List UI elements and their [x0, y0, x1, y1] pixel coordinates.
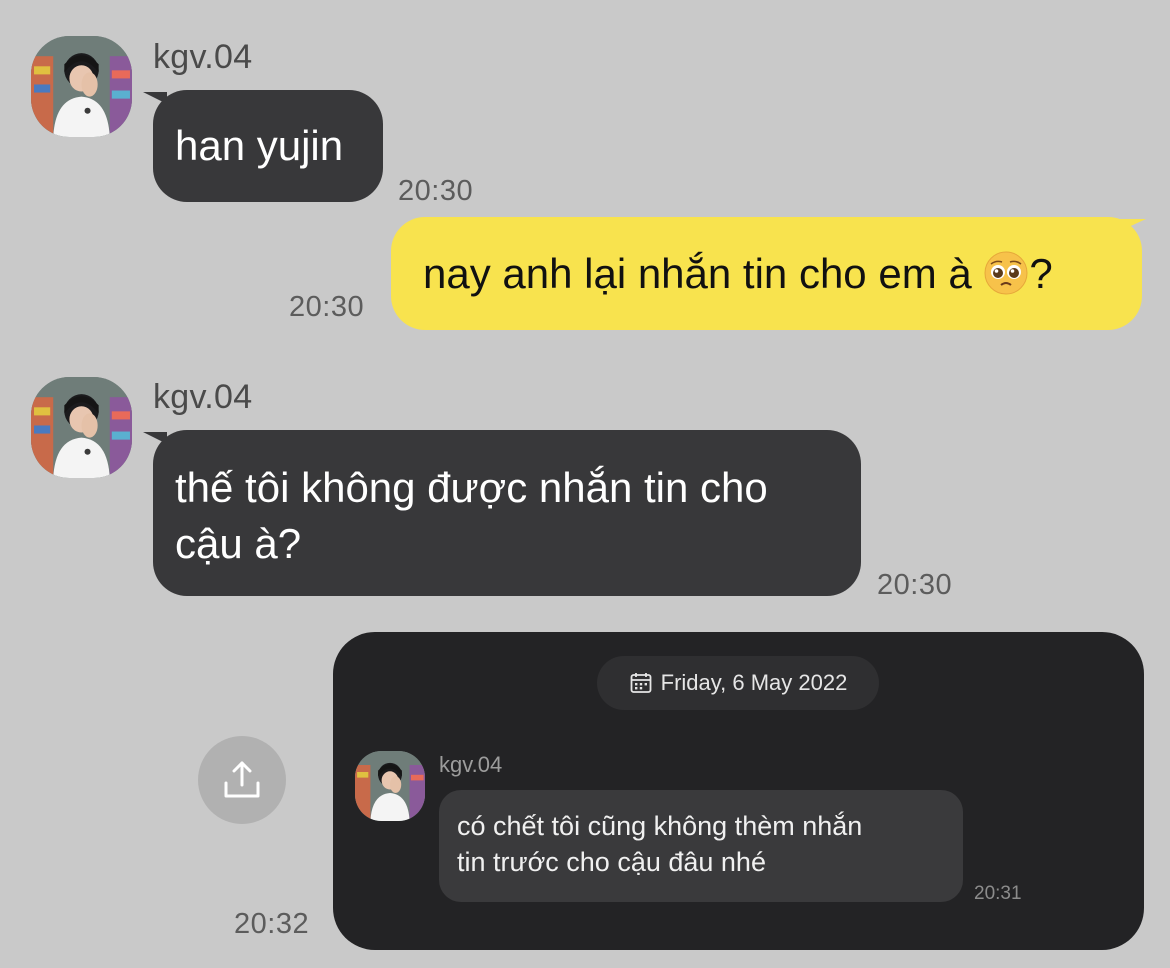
share-button[interactable] — [198, 736, 286, 824]
share-icon — [224, 761, 260, 798]
message-suffix: ? — [1029, 250, 1053, 297]
sender-name: kgv.04 — [153, 378, 253, 416]
avatar[interactable] — [31, 377, 132, 478]
avatar-image — [31, 36, 132, 137]
timestamp: 20:31 — [974, 883, 1022, 904]
sender-name: kgv.04 — [439, 752, 503, 777]
avatar — [355, 751, 425, 821]
message-text: han yujin — [175, 122, 344, 169]
message-bubble[interactable]: thế tôi không được nhắn tin cho cậu à? — [153, 430, 861, 596]
message-bubble[interactable]: han yujin — [153, 90, 383, 202]
message-text-line: thế tôi không được nhắn tin cho — [175, 464, 768, 511]
avatar-image — [355, 751, 425, 821]
message-bubble[interactable]: nay anh lại nhắn tin cho em à ? — [391, 217, 1142, 330]
timestamp: 20:32 — [234, 908, 310, 940]
message-text: nay anh lại nhắn tin cho em à — [423, 250, 972, 297]
calendar-icon — [630, 673, 652, 693]
date-label: Friday, 6 May 2022 — [660, 670, 848, 695]
forwarded-screenshot[interactable]: Friday, 6 May 2022 kgv.04 có chết tôi cũ… — [333, 632, 1144, 950]
timestamp: 20:30 — [289, 291, 365, 323]
message-text-line: cậu à? — [175, 520, 302, 567]
timestamp: 20:30 — [398, 175, 474, 207]
sender-name: kgv.04 — [153, 38, 253, 76]
message-bubble: có chết tôi cũng không thèm nhắn tin trư… — [439, 790, 963, 902]
message-text-line: tin trước cho cậu đâu nhé — [457, 847, 766, 877]
pleading-face-emoji — [983, 250, 1029, 310]
date-divider: Friday, 6 May 2022 — [597, 656, 879, 710]
message-text-line: có chết tôi cũng không thèm nhắn — [457, 811, 863, 841]
avatar-image — [31, 377, 132, 478]
timestamp: 20:30 — [877, 569, 953, 601]
avatar[interactable] — [31, 36, 132, 137]
